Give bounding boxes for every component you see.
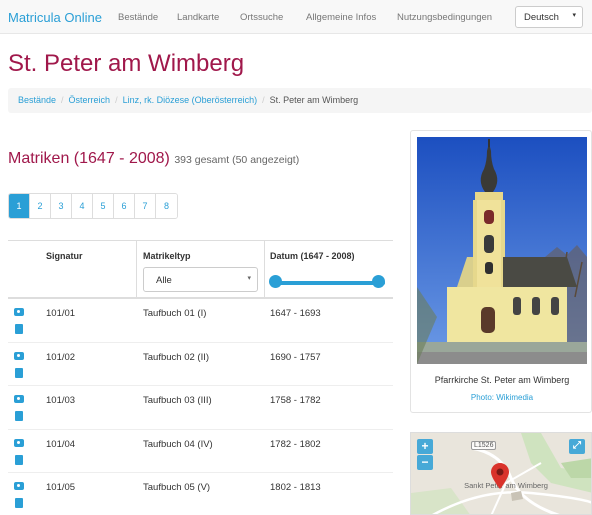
cell-signatur: 101/02 — [46, 351, 76, 363]
page-button-1[interactable]: 1 — [9, 194, 30, 218]
page-button-6[interactable]: 6 — [114, 194, 135, 218]
matriken-title: Matriken (1647 - 2008) — [8, 150, 170, 167]
cell-typ: Taufbuch 05 (V) — [143, 482, 211, 493]
cell-typ: Taufbuch 03 (III) — [143, 395, 212, 406]
nav-nutzungsbedingungen[interactable]: Nutzungsbedingungen — [397, 12, 492, 23]
camera-icon[interactable] — [14, 395, 24, 403]
table-row: 101/01 Taufbuch 01 (I) 1647 - 1693 — [8, 299, 393, 343]
header-signatur[interactable]: Signatur — [46, 251, 83, 261]
table-row: 101/04 Taufbuch 04 (IV) 1782 - 1802 — [8, 430, 393, 473]
book-icon[interactable] — [15, 454, 23, 465]
church-image-card: Pfarrkirche St. Peter am Wimberg Photo: … — [410, 130, 592, 413]
table-row: 101/02 Taufbuch 02 (II) 1690 - 1757 — [8, 343, 393, 386]
cell-signatur: 101/05 — [46, 482, 76, 493]
nav-landkarte[interactable]: Landkarte — [177, 12, 219, 23]
cell-typ: Taufbuch 01 (I) — [143, 308, 207, 319]
photo-caption: Pfarrkirche St. Peter am Wimberg — [434, 375, 570, 385]
photo-credit-link[interactable]: Photo: Wikimedia — [411, 393, 592, 402]
map-marker-icon[interactable] — [491, 463, 509, 489]
cell-signatur: 101/01 — [46, 308, 76, 319]
breadcrumb-current: St. Peter am Wimberg — [269, 95, 359, 105]
cell-datum: 1758 - 1782 — [270, 395, 321, 406]
breadcrumb-linz[interactable]: Linz, rk. Diözese (Oberösterreich) — [123, 95, 258, 105]
breadcrumb-bestaende[interactable]: Bestände — [18, 95, 56, 105]
type-filter-value: Alle — [156, 275, 172, 286]
page-button-8[interactable]: 8 — [156, 194, 177, 218]
date-range-slider[interactable] — [270, 281, 385, 285]
nav-allgemeine-infos[interactable]: Allgemeine Infos — [306, 12, 376, 23]
column-divider — [136, 241, 137, 299]
matriken-count: 393 gesamt (50 angezeigt) — [174, 154, 300, 166]
location-map[interactable]: + − ⤢ L1526 Sankt Peter am Wimberg — [410, 432, 592, 515]
page-title: St. Peter am Wimberg — [8, 50, 245, 77]
breadcrumb: Bestände / Österreich / Linz, rk. Diözese (O… — [8, 88, 592, 113]
camera-icon[interactable] — [14, 308, 24, 316]
book-icon[interactable] — [15, 411, 23, 421]
cell-datum: 1782 - 1802 — [270, 438, 321, 450]
page-button-7[interactable]: 7 — [135, 194, 156, 218]
slider-handle-max[interactable] — [372, 275, 385, 288]
language-select[interactable]: Deutsch ▾ — [515, 6, 583, 28]
cell-signatur: 101/04 — [46, 438, 76, 450]
map-zoom-in-button[interactable]: + — [417, 439, 433, 454]
table-row: 101/05 Taufbuch 05 (V) 1802 - 1813 — [8, 473, 393, 515]
cell-typ: Taufbuch 04 (IV) — [143, 438, 213, 450]
church-photo[interactable] — [417, 137, 587, 364]
top-navbar: Matricula Online Bestände Landkarte Orts… — [0, 0, 592, 34]
type-filter-select[interactable]: Alle ▾ — [143, 267, 258, 292]
book-icon[interactable] — [15, 324, 23, 334]
pagination: 1 2 3 4 5 6 7 8 — [8, 193, 178, 219]
cell-typ: Taufbuch 02 (II) — [143, 351, 210, 363]
matriken-table: Signatur Matrikeltyp Datum (1647 - 2008)… — [8, 240, 393, 515]
breadcrumb-separator: / — [61, 95, 64, 105]
header-datum[interactable]: Datum (1647 - 2008) — [270, 251, 355, 261]
breadcrumb-oesterreich[interactable]: Österreich — [69, 95, 111, 105]
column-divider — [264, 241, 265, 299]
cell-signatur: 101/03 — [46, 395, 76, 406]
book-icon[interactable] — [15, 498, 23, 508]
map-road-label: L1526 — [471, 441, 497, 450]
page-button-3[interactable]: 3 — [51, 194, 72, 218]
page-button-4[interactable]: 4 — [72, 194, 93, 218]
camera-icon[interactable] — [14, 482, 24, 490]
breadcrumb-separator: / — [262, 95, 265, 105]
caret-down-icon: ▾ — [247, 275, 251, 282]
cell-datum: 1690 - 1757 — [270, 351, 321, 363]
camera-icon[interactable] — [14, 351, 24, 360]
map-fullscreen-button[interactable]: ⤢ — [569, 439, 585, 454]
matriken-heading: Matriken (1647 - 2008) 393 gesamt (50 an… — [8, 150, 299, 168]
header-matrikeltyp[interactable]: Matrikeltyp — [143, 251, 191, 261]
slider-handle-min[interactable] — [269, 275, 282, 288]
page-button-2[interactable]: 2 — [30, 194, 51, 218]
cell-datum: 1647 - 1693 — [270, 308, 321, 319]
nav-bestaende[interactable]: Bestände — [118, 12, 158, 23]
table-header: Signatur Matrikeltyp Datum (1647 - 2008)… — [8, 241, 393, 299]
page-button-5[interactable]: 5 — [93, 194, 114, 218]
breadcrumb-separator: / — [115, 95, 118, 105]
camera-icon[interactable] — [14, 438, 24, 447]
table-row: 101/03 Taufbuch 03 (III) 1758 - 1782 — [8, 386, 393, 430]
language-label: Deutsch — [524, 12, 559, 23]
map-zoom-out-button[interactable]: − — [417, 455, 433, 470]
book-icon[interactable] — [15, 367, 23, 378]
nav-ortssuche[interactable]: Ortssuche — [240, 12, 283, 23]
cell-datum: 1802 - 1813 — [270, 482, 321, 493]
caret-down-icon: ▾ — [572, 12, 576, 19]
brand-link[interactable]: Matricula Online — [8, 10, 102, 25]
